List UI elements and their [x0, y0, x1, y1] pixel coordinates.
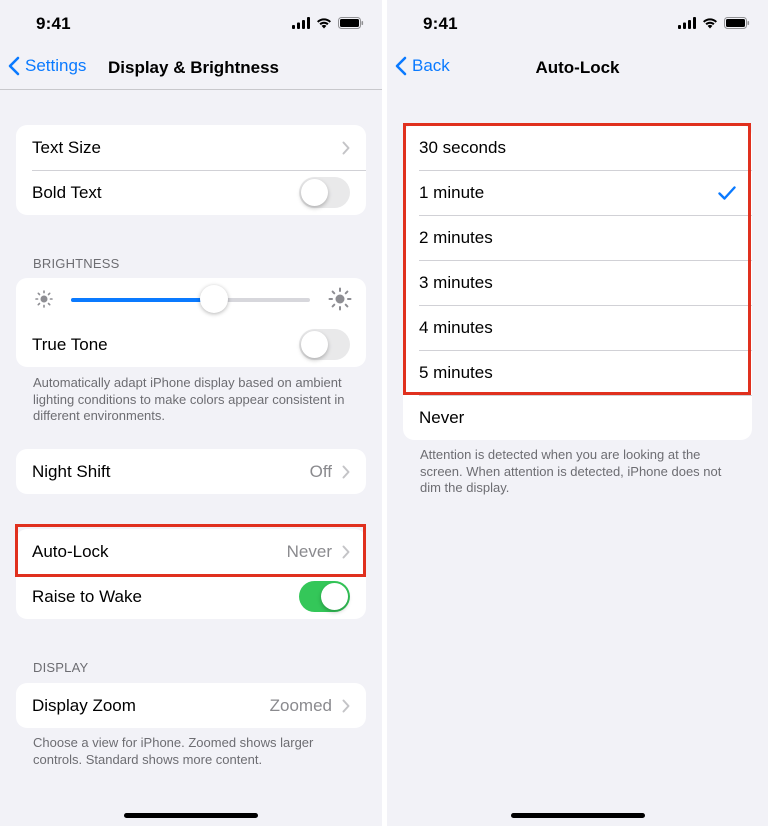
navigation-bar: Back Auto-Lock: [387, 50, 768, 90]
brightness-header: BRIGHTNESS: [33, 256, 120, 271]
brightness-slider-thumb[interactable]: [200, 285, 229, 313]
navigation-bar: Settings Display & Brightness: [0, 50, 382, 90]
display-zoom-label: Display Zoom: [32, 695, 136, 715]
true-tone-footer: Automatically adapt iPhone display based…: [33, 375, 345, 423]
status-icons: [678, 17, 750, 29]
cellular-signal-icon: [678, 17, 696, 29]
page-title: Auto-Lock: [535, 58, 620, 77]
bold-text-toggle[interactable]: [299, 177, 350, 208]
display-zoom-value: Zoomed: [269, 695, 332, 715]
brightness-slider-row: [16, 278, 366, 322]
bold-text-row: Bold Text: [16, 170, 366, 215]
display-zoom-row[interactable]: Display Zoom Zoomed: [16, 683, 366, 728]
chevron-right-icon: [342, 141, 350, 154]
display-zoom-footer: Choose a view for iPhone. Zoomed shows l…: [33, 735, 314, 767]
brightness-group: True Tone: [16, 278, 366, 367]
display-brightness-screen: 9:41 Settings Display & Brightness Text …: [0, 0, 382, 826]
home-indicator[interactable]: [510, 813, 645, 818]
page-title: Display & Brightness: [108, 58, 279, 77]
auto-lock-highlight-box: [15, 524, 366, 577]
true-tone-label: True Tone: [32, 334, 108, 354]
night-shift-group: Night Shift Off: [16, 449, 366, 494]
brightness-slider[interactable]: [71, 285, 310, 313]
sun-small-icon: [35, 290, 53, 308]
auto-lock-screen: 9:41 Back Auto-Lock 30 seconds 1 minute …: [387, 0, 768, 826]
battery-icon: [724, 17, 750, 29]
status-bar: 9:41: [387, 0, 768, 50]
status-bar: 9:41: [0, 0, 382, 50]
display-group: Display Zoom Zoomed: [16, 683, 366, 728]
home-indicator[interactable]: [124, 813, 258, 818]
night-shift-value: Off: [309, 461, 332, 481]
battery-icon: [338, 17, 364, 29]
display-header: DISPLAY: [33, 660, 89, 675]
status-time: 9:41: [423, 14, 458, 33]
options-highlight-box: [403, 123, 751, 395]
text-size-row[interactable]: Text Size: [16, 125, 366, 170]
night-shift-row[interactable]: Night Shift Off: [16, 449, 366, 494]
chevron-right-icon: [342, 465, 350, 478]
cellular-signal-icon: [292, 17, 310, 29]
raise-to-wake-label: Raise to Wake: [32, 586, 142, 606]
back-label: Settings: [25, 56, 87, 75]
true-tone-toggle[interactable]: [299, 329, 350, 360]
raise-to-wake-row: Raise to Wake: [16, 574, 366, 619]
sun-large-icon: [328, 287, 352, 311]
back-to-settings-button[interactable]: Settings: [8, 56, 86, 76]
wifi-icon: [703, 18, 717, 29]
option-label: Never: [419, 407, 465, 427]
chevron-right-icon: [342, 699, 350, 712]
status-time: 9:41: [36, 14, 71, 33]
true-tone-row: True Tone: [16, 322, 366, 367]
text-size-label: Text Size: [32, 137, 101, 157]
text-settings-group: Text Size Bold Text: [16, 125, 366, 215]
night-shift-label: Night Shift: [32, 461, 111, 481]
attention-footer: Attention is detected when you are looki…: [420, 447, 722, 495]
raise-to-wake-toggle[interactable]: [299, 581, 350, 612]
bold-text-label: Bold Text: [32, 182, 102, 202]
status-icons: [292, 17, 364, 29]
option-never[interactable]: Never: [403, 395, 752, 440]
wifi-icon: [317, 18, 331, 29]
chevron-left-icon: [8, 56, 20, 76]
